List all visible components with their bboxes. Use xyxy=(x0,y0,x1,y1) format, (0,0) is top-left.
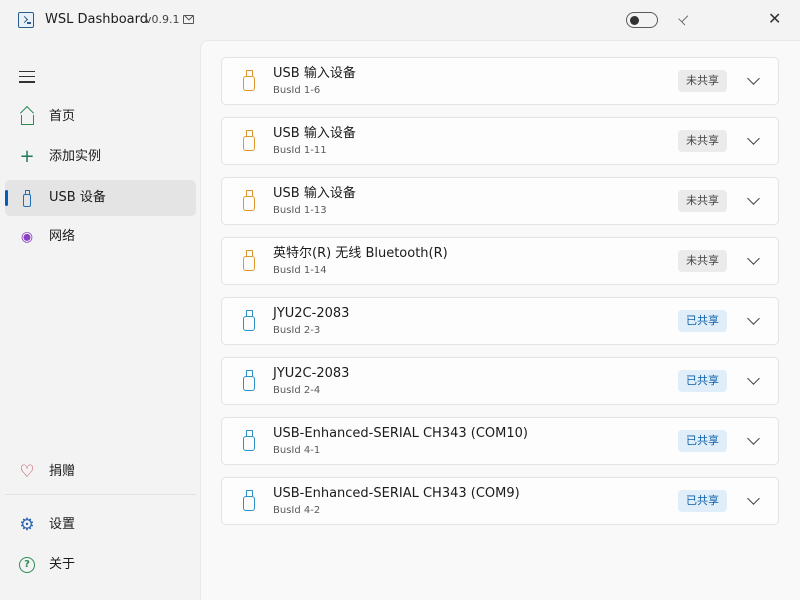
chevron-down-icon[interactable] xyxy=(747,312,760,325)
status-badge: 已共享 xyxy=(678,430,727,452)
sidebar-item-label: 关于 xyxy=(49,557,76,572)
device-busid: BusId 1-6 xyxy=(273,85,321,96)
sidebar-item-home[interactable]: 首页 xyxy=(5,99,196,135)
plus-icon: + xyxy=(19,146,35,167)
status-badge: 已共享 xyxy=(678,490,727,512)
device-name: JYU2C-2083 xyxy=(273,306,350,321)
gear-icon: ⚙ xyxy=(19,515,35,535)
app-title: WSL Dashboard xyxy=(45,12,149,27)
sidebar-item-network[interactable]: ◉ 网络 xyxy=(5,219,196,255)
hamburger-menu-icon[interactable] xyxy=(19,71,35,83)
device-card[interactable]: USB-Enhanced-SERIAL CH343 (COM9) BusId 4… xyxy=(221,477,779,525)
device-busid: BusId 4-2 xyxy=(273,505,321,516)
device-card[interactable]: JYU2C-2083 BusId 2-4 已共享 xyxy=(221,357,779,405)
title-bar: WSL Dashboard v0.9.1 ⊥ ✕ xyxy=(0,0,800,40)
device-name: 英特尔(R) 无线 Bluetooth(R) xyxy=(273,246,448,261)
device-busid: BusId 1-14 xyxy=(273,265,327,276)
device-card[interactable]: USB-Enhanced-SERIAL CH343 (COM10) BusId … xyxy=(221,417,779,465)
usb-device-icon xyxy=(243,130,255,151)
sidebar: 首页 + 添加实例 USB 设备 ◉ 网络 ♡ 捐赠 ⚙ 设置 ? 关于 xyxy=(0,40,200,600)
usb-device-icon xyxy=(243,70,255,91)
sidebar-item-label: 捐赠 xyxy=(49,464,76,479)
sidebar-item-donate[interactable]: ♡ 捐赠 xyxy=(5,454,196,490)
sidebar-item-label: USB 设备 xyxy=(49,190,106,205)
usb-device-list: USB 输入设备 BusId 1-6 未共享 USB 输入设备 BusId 1-… xyxy=(200,40,800,600)
device-card[interactable]: USB 输入设备 BusId 1-13 未共享 xyxy=(221,177,779,225)
sidebar-item-settings[interactable]: ⚙ 设置 xyxy=(5,507,196,543)
chevron-down-icon[interactable] xyxy=(747,72,760,85)
mail-icon[interactable] xyxy=(183,15,194,24)
sidebar-divider xyxy=(5,494,196,495)
usb-device-icon xyxy=(243,370,255,391)
device-name: USB 输入设备 xyxy=(273,66,356,81)
device-name: JYU2C-2083 xyxy=(273,366,350,381)
sidebar-item-label: 首页 xyxy=(49,109,76,124)
sidebar-item-label: 网络 xyxy=(49,229,76,244)
usb-device-icon xyxy=(243,310,255,331)
device-name: USB 输入设备 xyxy=(273,186,356,201)
theme-toggle[interactable] xyxy=(626,12,658,28)
status-badge: 已共享 xyxy=(678,370,727,392)
app-version: v0.9.1 xyxy=(145,13,180,26)
chevron-down-icon[interactable] xyxy=(747,252,760,265)
status-badge: 未共享 xyxy=(678,130,727,152)
device-busid: BusId 4-1 xyxy=(273,445,321,456)
usb-device-icon xyxy=(243,190,255,211)
device-card[interactable]: USB 输入设备 BusId 1-11 未共享 xyxy=(221,117,779,165)
chevron-down-icon[interactable] xyxy=(747,492,760,505)
device-busid: BusId 1-11 xyxy=(273,145,327,156)
device-card[interactable]: JYU2C-2083 BusId 2-3 已共享 xyxy=(221,297,779,345)
device-card[interactable]: 英特尔(R) 无线 Bluetooth(R) BusId 1-14 未共享 xyxy=(221,237,779,285)
usb-device-icon xyxy=(243,490,255,511)
help-icon: ? xyxy=(18,556,36,574)
usb-icon xyxy=(18,189,36,207)
chevron-down-icon[interactable] xyxy=(747,192,760,205)
device-name: USB-Enhanced-SERIAL CH343 (COM10) xyxy=(273,426,528,441)
usb-device-icon xyxy=(243,250,255,271)
sidebar-item-label: 设置 xyxy=(49,517,76,532)
close-icon[interactable]: ✕ xyxy=(768,9,781,29)
usb-device-icon xyxy=(243,430,255,451)
device-card[interactable]: USB 输入设备 BusId 1-6 未共享 xyxy=(221,57,779,105)
status-badge: 已共享 xyxy=(678,310,727,332)
terminal-icon xyxy=(18,12,34,28)
status-badge: 未共享 xyxy=(678,190,727,212)
sidebar-item-usb-devices[interactable]: USB 设备 xyxy=(5,180,196,216)
device-busid: BusId 2-3 xyxy=(273,325,321,336)
device-busid: BusId 1-13 xyxy=(273,205,327,216)
network-icon: ◉ xyxy=(20,229,34,245)
heart-icon: ♡ xyxy=(19,462,35,482)
device-name: USB 输入设备 xyxy=(273,126,356,141)
chevron-down-icon[interactable] xyxy=(747,432,760,445)
sidebar-item-label: 添加实例 xyxy=(49,149,102,164)
chevron-down-icon[interactable] xyxy=(747,372,760,385)
home-icon xyxy=(18,108,36,126)
pin-icon[interactable]: ⊥ xyxy=(673,10,694,31)
device-name: USB-Enhanced-SERIAL CH343 (COM9) xyxy=(273,486,520,501)
sidebar-item-add-instance[interactable]: + 添加实例 xyxy=(5,139,196,175)
sidebar-item-about[interactable]: ? 关于 xyxy=(5,547,196,583)
device-busid: BusId 2-4 xyxy=(273,385,321,396)
status-badge: 未共享 xyxy=(678,70,727,92)
chevron-down-icon[interactable] xyxy=(747,132,760,145)
status-badge: 未共享 xyxy=(678,250,727,272)
